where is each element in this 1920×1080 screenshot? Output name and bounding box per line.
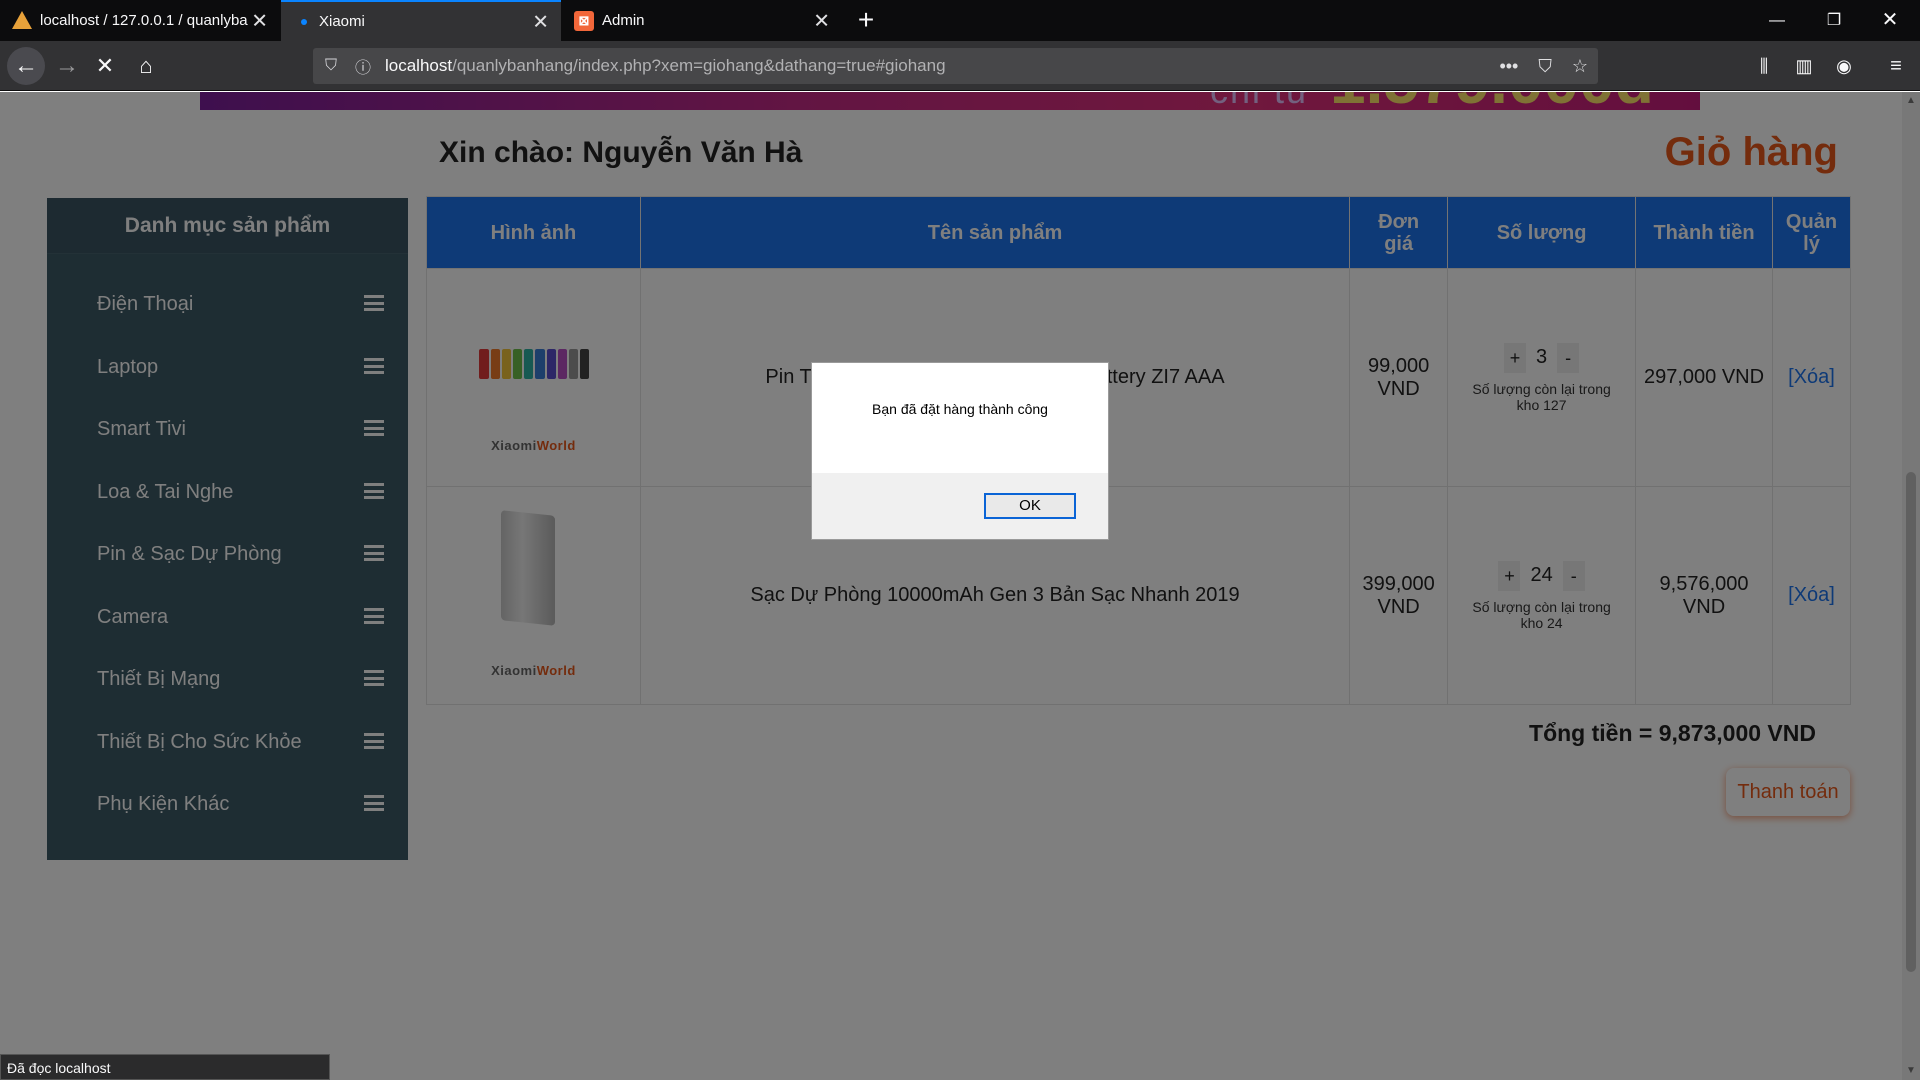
restore-icon[interactable]: ❐ — [1807, 0, 1861, 41]
close-tab-icon[interactable]: ✕ — [251, 8, 268, 33]
sidebar-toggle-icon[interactable]: ▥ — [1791, 53, 1817, 79]
hamburger-menu-icon[interactable]: ≡ — [1883, 53, 1909, 79]
url-path: /quanlybanhang/index.php?xem=giohang&dat… — [452, 56, 946, 75]
phpmyadmin-icon — [12, 10, 32, 31]
dialog-footer: OK — [812, 473, 1108, 539]
page-scrollbar[interactable]: ▲ ▼ — [1902, 92, 1920, 1080]
tab-title: localhost / 127.0.0.1 / quanlyba — [40, 12, 248, 29]
tab-phpmyadmin[interactable]: localhost / 127.0.0.1 / quanlyba ✕ — [0, 0, 280, 41]
alert-dialog: Bạn đã đặt hàng thành công OK — [811, 362, 1109, 540]
back-arrow-icon[interactable]: ← — [7, 47, 45, 85]
bookmark-star-icon[interactable]: ☆ — [1572, 56, 1588, 77]
stop-loading-icon[interactable]: ✕ — [88, 49, 122, 83]
tracking-shield-icon[interactable]: ⛉ — [325, 57, 343, 75]
close-window-icon[interactable]: ✕ — [1863, 0, 1917, 41]
browser-toolbar: ← → ✕ ⌂ ⛉ ⓘ localhost/quanlybanhang/inde… — [0, 41, 1920, 91]
forward-arrow-icon[interactable]: → — [50, 49, 84, 83]
modal-overlay — [0, 92, 1902, 1080]
pocket-icon[interactable]: ⛉ — [1538, 56, 1552, 77]
tab-admin[interactable]: ⊠ Admin ✕ — [562, 0, 842, 41]
close-tab-icon[interactable]: ✕ — [813, 8, 830, 33]
ok-button[interactable]: OK — [984, 493, 1076, 519]
new-tab-button[interactable]: + — [850, 4, 882, 36]
dialog-message: Bạn đã đặt hàng thành công — [872, 401, 1048, 417]
account-icon[interactable]: ◉ — [1831, 53, 1857, 79]
tab-title: Admin — [602, 12, 645, 29]
url-bar[interactable]: ⛉ ⓘ localhost/quanlybanhang/index.php?xe… — [313, 48, 1598, 84]
minimize-icon[interactable]: — — [1750, 0, 1804, 41]
url-host: localhost — [385, 56, 453, 75]
site-info-icon[interactable]: ⓘ — [355, 54, 373, 78]
library-icon[interactable]: ⫼ — [1751, 53, 1777, 79]
close-tab-icon[interactable]: ✕ — [532, 9, 549, 34]
page-actions-icon[interactable]: ••• — [1499, 56, 1518, 77]
loading-dot-icon — [301, 18, 307, 25]
xampp-icon: ⊠ — [574, 10, 594, 31]
tab-title: Xiaomi — [319, 13, 365, 30]
home-icon[interactable]: ⌂ — [129, 49, 163, 83]
url-text[interactable]: localhost/quanlybanhang/index.php?xem=gi… — [385, 56, 946, 76]
tab-xiaomi[interactable]: Xiaomi ✕ — [281, 0, 561, 41]
status-bar: Đã đọc localhost — [0, 1054, 330, 1080]
browser-tab-bar: localhost / 127.0.0.1 / quanlyba ✕ Xiaom… — [0, 0, 1920, 41]
